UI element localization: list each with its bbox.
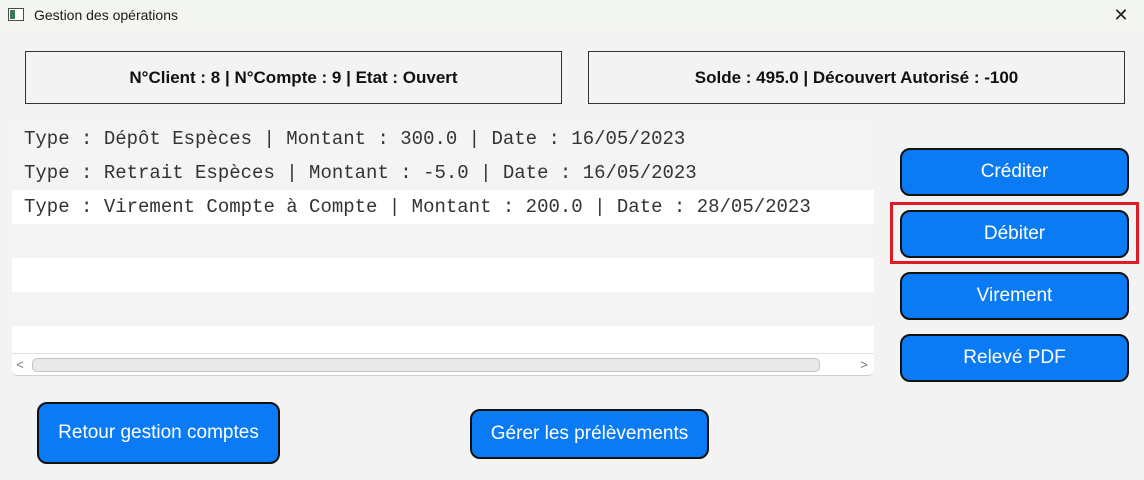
list-item[interactable]: Type : Virement Compte à Compte | Montan… [12,190,874,224]
horizontal-scrollbar[interactable]: < > [12,353,874,375]
list-item[interactable]: Type : Retrait Espèces | Montant : -5.0 … [12,156,874,190]
virement-button[interactable]: Virement [900,272,1129,320]
list-item[interactable]: Type : Dépôt Espèces | Montant : 300.0 |… [12,122,874,156]
list-item[interactable] [12,258,874,292]
balance-info: Solde : 495.0 | Découvert Autorisé : -10… [588,51,1125,104]
app-window-icon [8,8,24,21]
debiter-button[interactable]: Débiter [900,210,1129,258]
retour-gestion-comptes-button[interactable]: Retour gestion comptes [37,402,280,464]
list-item[interactable] [12,224,874,258]
scroll-right-icon[interactable]: > [856,356,872,372]
window-title: Gestion des opérations [34,7,178,23]
crediter-button[interactable]: Créditer [900,148,1129,196]
scrollbar-thumb[interactable] [32,358,820,372]
title-bar: Gestion des opérations ✕ [0,0,1144,30]
scroll-left-icon[interactable]: < [12,356,28,372]
client-account-info: N°Client : 8 | N°Compte : 9 | Etat : Ouv… [25,51,562,104]
releve-pdf-button[interactable]: Relevé PDF [900,334,1129,382]
operations-list[interactable]: Type : Dépôt Espèces | Montant : 300.0 |… [12,122,874,376]
list-item[interactable] [12,292,874,326]
gerer-prelevements-button[interactable]: Gérer les prélèvements [470,409,709,459]
close-icon[interactable]: ✕ [1098,0,1144,30]
